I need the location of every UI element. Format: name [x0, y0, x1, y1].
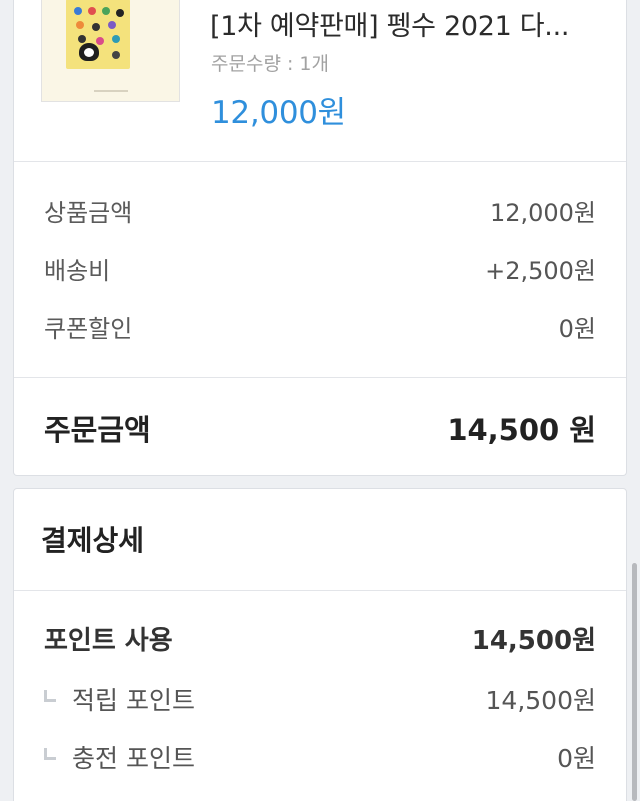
calendar-product-image [66, 0, 130, 69]
point-usage-value: 14,500원 [471, 625, 596, 656]
product-name[interactable]: [1차 예약판매] 펭수 2021 다... [210, 4, 600, 43]
earned-point-row: 적립 포인트 14,500원 [44, 681, 596, 717]
order-total-row: 주문금액 14,500 원 [44, 408, 596, 448]
product-price: 12,000원 [211, 95, 346, 131]
summary-row-coupon: 쿠폰할인 0원 [44, 308, 596, 344]
order-quantity: 주문수량 : 1개 [211, 53, 329, 75]
point-usage-label: 포인트 사용 [44, 625, 173, 656]
order-summary-card: [1차 예약판매] 펭수 2021 다... 주문수량 : 1개 12,000원… [13, 0, 627, 476]
summary-label: 상품금액 [44, 198, 133, 227]
summary-row-shipping: 배송비 +2,500원 [44, 250, 596, 286]
indent-elbow-icon [44, 748, 56, 760]
point-usage-row: 포인트 사용 14,500원 [44, 619, 596, 657]
scrollbar[interactable] [632, 563, 637, 801]
order-total-value: 14,500 원 [447, 413, 596, 447]
payment-detail-card: 결제상세 포인트 사용 14,500원 적립 포인트 14,500원 충전 포인… [13, 488, 627, 801]
divider [14, 161, 626, 162]
divider [14, 590, 626, 591]
product-thumbnail[interactable] [41, 0, 180, 102]
charged-point-row: 충전 포인트 0원 [44, 739, 596, 775]
summary-label: 쿠폰할인 [44, 314, 133, 343]
summary-label: 배송비 [44, 256, 111, 285]
payment-detail-title: 결제상세 [41, 524, 145, 557]
earned-point-value: 14,500원 [485, 686, 596, 715]
penguin-icon [79, 43, 99, 61]
thumbnail-caption [94, 90, 128, 92]
order-total-label: 주문금액 [44, 413, 151, 447]
earned-point-label: 적립 포인트 [72, 686, 195, 715]
summary-value: 12,000원 [489, 198, 596, 227]
summary-value: 0원 [558, 314, 596, 343]
divider [14, 377, 626, 378]
indent-elbow-icon [44, 690, 56, 702]
order-detail-page: [1차 예약판매] 펭수 2021 다... 주문수량 : 1개 12,000원… [0, 0, 640, 801]
summary-row-product-amount: 상품금액 12,000원 [44, 192, 596, 228]
summary-value: +2,500원 [485, 256, 596, 285]
charged-point-label: 충전 포인트 [72, 744, 195, 773]
charged-point-value: 0원 [557, 744, 596, 773]
